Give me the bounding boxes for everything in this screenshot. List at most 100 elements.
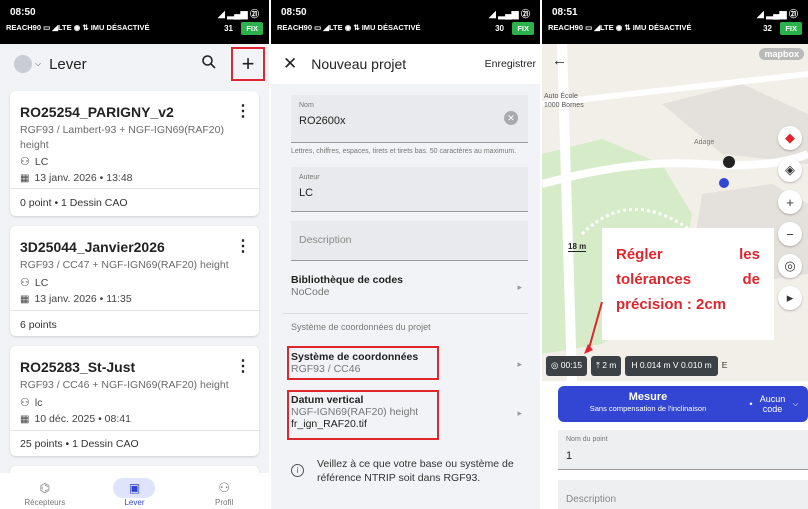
- signal-icon: ◢ ▂▄▆ ㉑: [488, 9, 530, 19]
- fix-badge: FIX: [241, 22, 263, 35]
- project-date: ▦ 10 déc. 2025 • 08:41: [20, 413, 131, 425]
- highlight-box: [287, 390, 439, 440]
- close-icon[interactable]: ✕: [283, 54, 297, 74]
- tab-profil[interactable]: ⚇ Profil: [194, 478, 254, 507]
- chevron-right-icon: ▸: [517, 359, 522, 369]
- name-label: Nom: [299, 102, 314, 109]
- avatar-icon: [14, 55, 32, 73]
- point-name-field[interactable]: Nom du point 1: [558, 430, 808, 470]
- project-card[interactable]: RO25254_PARIGNY_v2 ⋮ RGF93 / Lambert-93 …: [10, 91, 259, 216]
- add-project-button[interactable]: +: [231, 47, 265, 81]
- receiver-status: REACH90 ▭ ◢LTE ◉ ⇅ IMU DÉSACTIVÉ: [277, 23, 421, 32]
- chevron-right-icon: ▸: [517, 408, 522, 418]
- zoom-in-button[interactable]: +: [778, 190, 802, 214]
- receiver-status: REACH90 ▭ ◢LTE ◉ ⇅ IMU DÉSACTIVÉ: [548, 23, 692, 32]
- antenna-height-chip[interactable]: ⤒ 2 m: [591, 356, 622, 376]
- divider: [283, 313, 528, 314]
- divider: [10, 310, 259, 311]
- satellite-count: 30: [495, 24, 504, 33]
- project-crs: RGF93 / CC47 + NGF-IGN69(RAF20) height: [20, 259, 229, 271]
- page-title: Lever: [49, 55, 87, 73]
- status-bar: 08:50 ◢ ▂▄▆ ㉑ REACH90 ▭ ◢LTE ◉ ⇅ IMU DÉS…: [271, 0, 540, 44]
- user-icon: ⚇: [20, 156, 30, 168]
- tab-recepteurs[interactable]: ⌬ Récepteurs: [15, 478, 75, 507]
- section-label: Système de coordonnées du projet: [291, 322, 431, 332]
- project-summary: 0 point • 1 Dessin CAO: [20, 197, 128, 209]
- project-name: 3D25044_Janvier2026: [20, 239, 165, 255]
- user-icon: ⚇: [20, 277, 30, 289]
- map-scale: 18 m: [568, 242, 587, 252]
- project-crs: RGF93 / Lambert-93 + NGF-IGN69(RAF20) hei…: [20, 124, 224, 151]
- name-hint: Lettres, chiffres, espaces, tirets et ti…: [291, 148, 517, 155]
- project-name: RO25254_PARIGNY_v2: [20, 104, 174, 120]
- signal-icon: ◢ ▂▄▆ ㉑: [756, 9, 798, 19]
- chevron-right-icon: ▸: [517, 282, 522, 292]
- timer-chip: ◎ 00:15: [546, 356, 588, 376]
- more-options-icon[interactable]: ⋮: [235, 236, 251, 256]
- point-name-label: Nom du point: [566, 436, 608, 443]
- point-name-value: 1: [566, 450, 573, 462]
- account-switcher[interactable]: ⌵: [14, 55, 41, 73]
- tab-lever[interactable]: ▣ Lever: [104, 478, 164, 507]
- more-options-icon[interactable]: ⋮: [235, 101, 251, 121]
- highlight-box: [287, 346, 439, 380]
- project-author: ⚇ lc: [20, 396, 43, 410]
- point-description-placeholder: Description: [566, 494, 617, 505]
- project-author: ⚇ LC: [20, 155, 49, 169]
- measure-button[interactable]: Mesure Sans compensation de l'inclinaiso…: [558, 386, 738, 422]
- author-field[interactable]: Auteur LC: [291, 167, 528, 212]
- measure-sub: Sans compensation de l'inclinaison: [589, 404, 707, 413]
- project-author: ⚇ LC: [20, 276, 49, 290]
- locate-icon[interactable]: ◎: [778, 254, 802, 278]
- user-icon: ⚇: [20, 397, 30, 409]
- layers-icon[interactable]: ◈: [778, 158, 802, 182]
- precision-chips: ◎ 00:15 ⤒ 2 m H 0.014 m V 0.010 m E: [546, 356, 808, 376]
- compass-icon[interactable]: ◆: [778, 126, 802, 150]
- name-value: RO2600x: [299, 115, 346, 127]
- fix-badge: FIX: [780, 22, 802, 35]
- measure-label: Mesure: [628, 391, 668, 403]
- place-label: Auto École 1000 Bornes: [544, 93, 584, 109]
- extra-chip: E: [721, 360, 728, 370]
- status-bar: 08:51 ◢ ▂▄▆ ㉑ REACH90 ▭ ◢LTE ◉ ⇅ IMU DÉS…: [542, 0, 808, 44]
- info-icon: i: [291, 464, 304, 477]
- annotation-box: Régler les tolérances de précision : 2cm: [602, 228, 774, 340]
- signal-icon: ◢ ▂▄▆ ㉑: [217, 9, 259, 19]
- save-button[interactable]: Enregistrer: [485, 58, 536, 70]
- divider: [10, 188, 259, 189]
- project-summary: 6 points: [20, 319, 57, 331]
- name-field[interactable]: Nom RO2600x ✕: [291, 95, 528, 143]
- play-icon[interactable]: ▸: [778, 286, 802, 310]
- code-button[interactable]: • Aucun code ⌵: [740, 386, 808, 422]
- mapbox-logo: mapbox: [759, 48, 804, 60]
- point-description-field[interactable]: Description: [558, 480, 808, 509]
- app-bar: ⌵ Lever +: [0, 44, 269, 84]
- description-field[interactable]: Description: [291, 221, 528, 261]
- new-project-screen: 08:50 ◢ ▂▄▆ ㉑ REACH90 ▭ ◢LTE ◉ ⇅ IMU DÉS…: [271, 0, 540, 509]
- status-time: 08:50: [281, 7, 307, 18]
- project-date: ▦ 13 janv. 2026 • 11:35: [20, 293, 132, 305]
- back-arrow-icon[interactable]: ←: [552, 52, 567, 69]
- receiver-status: REACH90 ▭ ◢LTE ◉ ⇅ IMU DÉSACTIVÉ: [6, 23, 150, 32]
- project-date: ▦ 13 janv. 2026 • 13:48: [20, 172, 133, 184]
- author-label: Auteur: [299, 174, 320, 181]
- more-options-icon[interactable]: ⋮: [235, 356, 251, 376]
- app-bar: ✕ Nouveau projet Enregistrer: [271, 44, 540, 84]
- clear-icon[interactable]: ✕: [504, 111, 518, 125]
- page-title: Nouveau projet: [311, 56, 407, 72]
- survey-icon: ▣: [113, 478, 156, 498]
- survey-screen: 08:51 ◢ ▂▄▆ ㉑ REACH90 ▭ ◢LTE ◉ ⇅ IMU DÉS…: [542, 0, 808, 509]
- zoom-out-button[interactable]: −: [778, 222, 802, 246]
- project-crs: RGF93 / CC46 + NGF-IGN69(RAF20) height: [20, 379, 229, 391]
- annotation-arrow: [584, 301, 603, 354]
- measure-bar: Mesure Sans compensation de l'inclinaiso…: [558, 386, 808, 422]
- bottom-nav: ⌬ Récepteurs ▣ Lever ⚇ Profil: [0, 473, 269, 509]
- code-label: Aucun code: [759, 394, 786, 414]
- divider: [10, 430, 259, 431]
- search-icon[interactable]: [201, 54, 217, 74]
- precision-chip: H 0.014 m V 0.010 m: [625, 356, 718, 376]
- code-library-row[interactable]: Bibliothèque de codes NoCode ▸: [291, 274, 528, 306]
- project-card[interactable]: 3D25044_Janvier2026 ⋮ RGF93 / CC47 + NGF…: [10, 226, 259, 336]
- street-label: Adage: [694, 139, 715, 146]
- project-card[interactable]: RO25283_St-Just ⋮ RGF93 / CC46 + NGF-IGN…: [10, 346, 259, 456]
